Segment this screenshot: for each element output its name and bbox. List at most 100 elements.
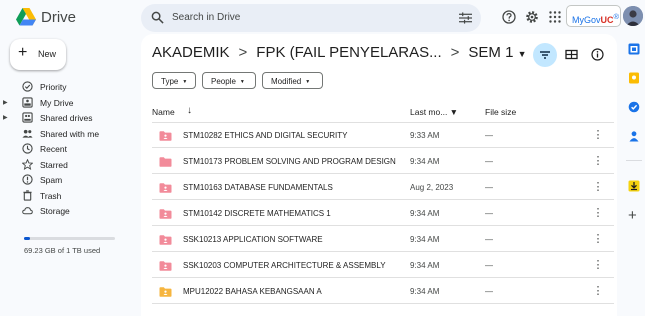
search-icon[interactable] [151, 11, 164, 24]
more-actions-icon[interactable]: ⋮ [592, 232, 604, 246]
drive-logo-icon[interactable] [16, 8, 36, 26]
calendar-icon[interactable] [628, 43, 640, 55]
breadcrumb-item-akademik[interactable]: AKADEMIK [152, 44, 230, 61]
sidebar-item-storage[interactable]: Storage [0, 203, 140, 219]
file-name[interactable]: STM10173 PROBLEM SOLVING AND PROGRAM DES… [183, 157, 396, 166]
sidebar-item-shared-drives[interactable]: ▶ Shared drives [0, 110, 140, 126]
chevron-down-icon: ▼ [305, 79, 311, 85]
breadcrumb-separator: > [450, 44, 460, 61]
filter-icon [540, 51, 550, 59]
breadcrumb: AKADEMIK > FPK (FAIL PENYELARAS... > SEM 1 ▼ [152, 44, 527, 61]
filter-chip-type[interactable]: Type ▼ [152, 72, 196, 89]
help-icon[interactable] [502, 10, 516, 24]
last-modified: 9:34 AM [410, 261, 440, 270]
filter-chip-people[interactable]: People ▼ [202, 72, 256, 89]
last-modified: 9:33 AM [410, 131, 440, 140]
more-actions-icon[interactable]: ⋮ [592, 180, 604, 194]
tasks-icon[interactable] [628, 101, 640, 113]
file-name[interactable]: MPU12022 BAHASA KEBANGSAAN A [183, 287, 322, 296]
check-circle-icon [22, 81, 33, 92]
settings-gear-icon[interactable] [525, 10, 539, 24]
sidebar-item-label: My Drive [40, 97, 74, 108]
expand-caret-icon[interactable]: ▶ [3, 99, 8, 106]
sidebar-nav: Priority ▶ My Drive ▶ Shared drives Shar… [0, 79, 140, 219]
new-button[interactable]: + New [10, 39, 66, 70]
breadcrumb-caret-icon[interactable]: ▼ [518, 49, 527, 59]
storage-usage-bar [24, 237, 115, 240]
organization-badge[interactable]: MyGovUC® [566, 5, 621, 27]
last-modified: Aug 2, 2023 [410, 183, 454, 192]
file-size: — [485, 183, 493, 192]
last-modified: 9:34 AM [410, 287, 440, 296]
table-row[interactable]: STM10173 PROBLEM SOLVING AND PROGRAM DES… [152, 148, 614, 174]
spam-icon [22, 174, 33, 185]
chevron-down-icon: ▼ [239, 79, 245, 85]
avatar[interactable] [623, 6, 643, 26]
table-row[interactable]: SSK10203 COMPUTER ARCHITECTURE & ASSEMBL… [152, 252, 614, 278]
more-actions-icon[interactable]: ⋮ [592, 154, 604, 168]
sidebar-item-shared-with-me[interactable]: Shared with me [0, 126, 140, 142]
drive-app: Drive Search in Drive MyGovUC® + New Pri… [0, 0, 645, 316]
file-name[interactable]: SSK10213 APPLICATION SOFTWARE [183, 235, 323, 244]
grid-view-icon[interactable] [565, 48, 578, 61]
search-bar[interactable]: Search in Drive [141, 4, 481, 32]
shared-folder-icon [159, 261, 172, 271]
drive-icon [22, 96, 33, 108]
breadcrumb-item-current[interactable]: SEM 1 [468, 44, 513, 61]
plus-icon: + [18, 44, 28, 61]
search-options-icon[interactable] [459, 12, 472, 24]
download-icon[interactable] [628, 180, 640, 192]
column-header-name[interactable]: Name [152, 107, 175, 117]
sidebar-item-label: Spam [40, 175, 63, 185]
table-row[interactable]: STM10142 DISCRETE MATHEMATICS 1 9:34 AM — ⋮ [152, 200, 614, 226]
file-name[interactable]: STM10142 DISCRETE MATHEMATICS 1 [183, 209, 331, 218]
star-icon [22, 158, 33, 170]
file-name[interactable]: STM10282 ETHICS AND DIGITAL SECURITY [183, 131, 347, 140]
table-row[interactable]: STM10282 ETHICS AND DIGITAL SECURITY 9:33… [152, 122, 614, 148]
sidebar-item-priority[interactable]: Priority [0, 79, 140, 95]
file-name[interactable]: STM10163 DATABASE FUNDAMENTALS [183, 183, 333, 192]
filter-toggle-button[interactable] [533, 43, 557, 67]
add-icon[interactable]: + [628, 208, 637, 223]
trash-icon [23, 189, 32, 201]
sort-arrow-icon[interactable]: ↓ [187, 105, 192, 116]
sidebar-item-label: Storage [40, 206, 70, 216]
more-actions-icon[interactable]: ⋮ [592, 206, 604, 220]
file-name[interactable]: SSK10203 COMPUTER ARCHITECTURE & ASSEMBL… [183, 261, 386, 270]
sidebar-item-starred[interactable]: Starred [0, 157, 140, 173]
sidebar-item-recent[interactable]: Recent [0, 141, 140, 157]
search-input[interactable]: Search in Drive [172, 12, 240, 23]
contacts-icon[interactable] [628, 130, 640, 142]
table-header: Name ↓ Last mo... ▼ File size [152, 104, 614, 123]
apps-grid-icon[interactable] [548, 10, 562, 24]
file-size: — [485, 209, 493, 218]
breadcrumb-item-fpk[interactable]: FPK (FAIL PENYELARAS... [256, 44, 441, 61]
filter-chip-modified[interactable]: Modified ▼ [262, 72, 323, 89]
storage-usage-text: 69.23 GB of 1 TB used [24, 246, 101, 255]
folder-icon [159, 157, 172, 167]
main-panel: AKADEMIK > FPK (FAIL PENYELARAS... > SEM 1 ▼… [141, 34, 617, 316]
more-actions-icon[interactable]: ⋮ [592, 128, 604, 142]
app-title[interactable]: Drive [41, 9, 76, 26]
more-actions-icon[interactable]: ⋮ [592, 258, 604, 272]
more-actions-icon[interactable]: ⋮ [592, 284, 604, 298]
sidebar-item-spam[interactable]: Spam [0, 172, 140, 188]
cloud-icon [22, 207, 33, 215]
table-row[interactable]: SSK10213 APPLICATION SOFTWARE 9:34 AM — ⋮ [152, 226, 614, 252]
avatar-photo-icon [623, 6, 643, 26]
sidebar-item-trash[interactable]: Trash [0, 188, 140, 204]
column-header-file-size[interactable]: File size [485, 107, 516, 117]
expand-caret-icon[interactable]: ▶ [3, 114, 8, 121]
organization-name-suffix: UC [600, 15, 614, 25]
rail-divider [626, 160, 642, 161]
new-button-label: New [38, 49, 57, 59]
sidebar-item-label: Starred [40, 159, 68, 170]
sidebar-item-my-drive[interactable]: ▶ My Drive [0, 95, 140, 111]
last-modified: 9:34 AM [410, 157, 440, 166]
info-icon[interactable] [591, 48, 604, 61]
table-row[interactable]: MPU12022 BAHASA KEBANGSAAN A 9:34 AM — ⋮ [152, 278, 614, 304]
column-header-last-modified[interactable]: Last mo... ▼ [410, 107, 458, 117]
table-row[interactable]: STM10163 DATABASE FUNDAMENTALS Aug 2, 202… [152, 174, 614, 200]
keep-icon[interactable] [628, 72, 640, 84]
file-size: — [485, 287, 493, 296]
